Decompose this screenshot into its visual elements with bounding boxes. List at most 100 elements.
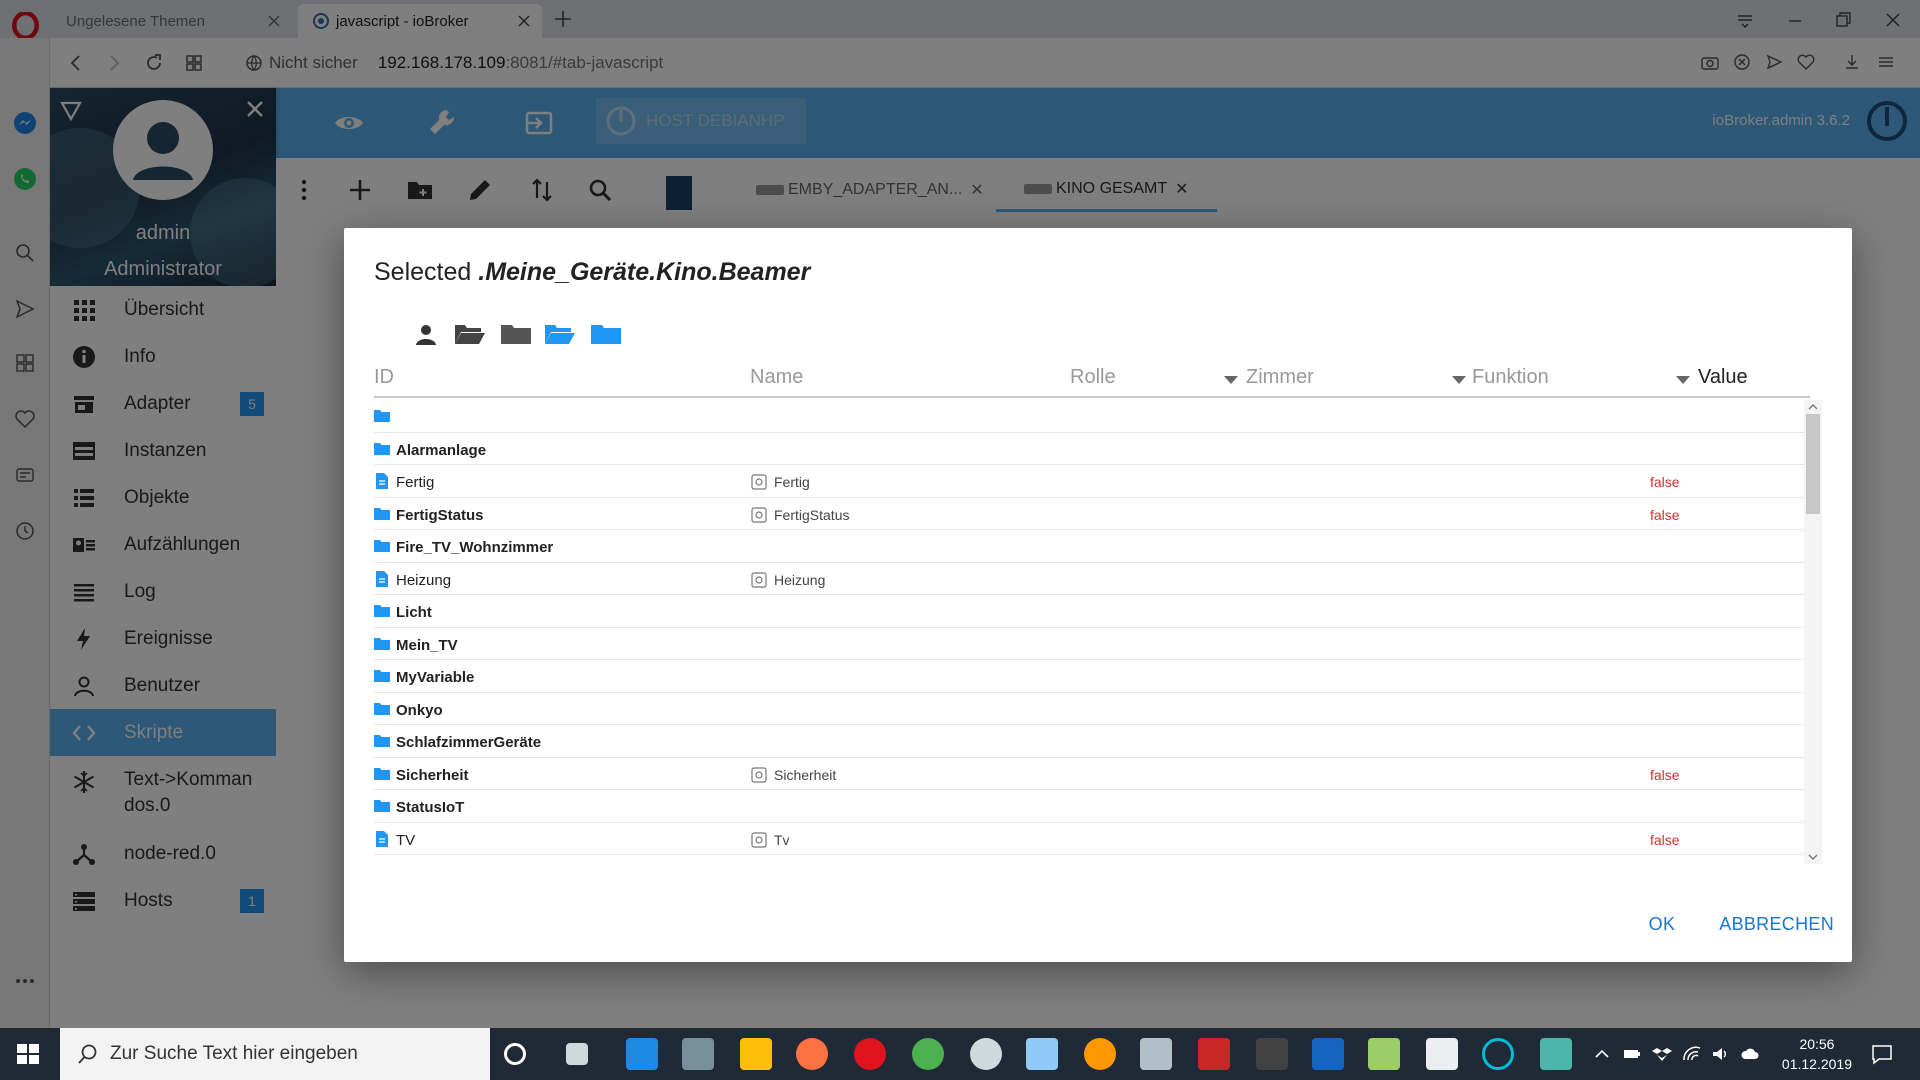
edge-icon[interactable]	[626, 1038, 658, 1070]
folder-icon	[374, 702, 390, 715]
col-room[interactable]: Zimmer	[1246, 366, 1314, 389]
col-function[interactable]: Funktion	[1472, 366, 1549, 389]
table-row[interactable]: StatusIoT	[374, 790, 1804, 823]
row-id: Fertig	[396, 474, 435, 491]
dialog-title-prefix: Selected	[374, 258, 472, 286]
row-id: MyVariable	[396, 669, 475, 686]
col-name[interactable]: Name	[750, 366, 803, 389]
row-name-text: FertigStatus	[774, 506, 850, 523]
folder-open-icon[interactable]	[454, 320, 486, 348]
volume-icon[interactable]	[1710, 1044, 1730, 1064]
firefox-icon[interactable]	[796, 1038, 828, 1070]
user-icon[interactable]	[414, 320, 438, 348]
store-icon[interactable]	[682, 1038, 714, 1070]
row-name: Heizung	[751, 572, 825, 588]
state-icon	[751, 506, 767, 523]
folder-icon	[374, 605, 390, 617]
clock[interactable]: 20:56 01.12.2019	[1782, 1034, 1852, 1074]
app-icon[interactable]	[1026, 1038, 1058, 1070]
alexa-icon[interactable]	[1482, 1038, 1514, 1070]
col-role[interactable]: Rolle	[1070, 366, 1116, 389]
app-icon[interactable]	[1084, 1038, 1116, 1070]
table-row[interactable]	[374, 400, 1804, 433]
mail-icon[interactable]	[1426, 1038, 1458, 1070]
folder-icon	[374, 735, 390, 747]
row-value: false	[1650, 766, 1680, 783]
table-row[interactable]: Alarmanlage	[374, 433, 1804, 465]
battery-icon[interactable]	[1622, 1044, 1642, 1064]
state-icon	[751, 766, 767, 783]
row-id: Heizung	[396, 571, 452, 589]
app-icon[interactable]	[1256, 1038, 1288, 1070]
table-row[interactable]: Heizung Heizung	[374, 563, 1804, 595]
folder-collapse-icon[interactable]	[590, 320, 622, 348]
col-id[interactable]: ID	[374, 366, 394, 389]
table-row[interactable]: Onkyo	[374, 693, 1804, 725]
filezilla-icon[interactable]	[1198, 1038, 1230, 1070]
object-list: Alarmanlage Fertig Fertig false FertigStatus…	[374, 400, 1804, 864]
cloud-icon[interactable]	[1740, 1044, 1760, 1064]
taskbar: Zur Suche Text hier eingeben 20:56 01.12…	[0, 1028, 1920, 1080]
cancel-button[interactable]: ABBRECHEN	[1719, 914, 1834, 935]
table-row[interactable]: FertigStatus FertigStatus false	[374, 498, 1804, 530]
row-name: Tv	[751, 832, 790, 848]
dialog-actions: OK ABBRECHEN	[1605, 906, 1834, 942]
row-id: FertigStatus	[396, 506, 484, 524]
table-row[interactable]: Mein_TV	[374, 628, 1804, 660]
clock-time: 20:56	[1799, 1036, 1835, 1052]
app-icon[interactable]	[1140, 1038, 1172, 1070]
folder-icon	[374, 670, 390, 682]
col-value[interactable]: Value	[1698, 366, 1748, 389]
scroll-down-icon[interactable]	[1808, 852, 1818, 862]
vpn-icon[interactable]	[970, 1038, 1002, 1070]
room-filter-dropdown-icon[interactable]	[1452, 376, 1466, 384]
state-file-icon	[376, 830, 388, 847]
table-row[interactable]: Fire_TV_Wohnzimmer	[374, 530, 1804, 563]
chrome-icon[interactable]	[912, 1038, 944, 1070]
notification-icon[interactable]	[1870, 1042, 1894, 1066]
folder-icon	[374, 800, 390, 812]
explorer-icon[interactable]	[740, 1038, 772, 1070]
windows-start-icon[interactable]	[16, 1042, 40, 1066]
app-icon[interactable]	[1540, 1038, 1572, 1070]
vertical-scrollbar[interactable]	[1804, 400, 1822, 864]
table-row[interactable]: Licht	[374, 595, 1804, 628]
folder-open-expand-icon[interactable]	[544, 320, 576, 348]
state-icon	[751, 571, 767, 588]
state-icon	[751, 831, 767, 848]
app-icon[interactable]	[1368, 1038, 1400, 1070]
row-value: false	[1650, 831, 1680, 848]
wifi-icon[interactable]	[1682, 1044, 1702, 1064]
opera-icon[interactable]	[854, 1038, 886, 1070]
dropbox-icon[interactable]	[1652, 1044, 1672, 1064]
table-row[interactable]: SchlafzimmerGeräte	[374, 725, 1804, 758]
dialog-selected-path: .Meine_Geräte.Kino.Beamer	[478, 258, 811, 286]
chevron-up-icon[interactable]	[1592, 1044, 1612, 1064]
cortana-icon[interactable]	[504, 1043, 526, 1065]
word-icon[interactable]	[1312, 1038, 1344, 1070]
table-row[interactable]: MyVariable	[374, 660, 1804, 693]
row-id: TV	[396, 831, 416, 849]
folder-closed-icon[interactable]	[500, 320, 532, 348]
folder-icon	[374, 637, 390, 650]
task-view-icon[interactable]	[566, 1043, 588, 1065]
taskbar-search[interactable]: Zur Suche Text hier eingeben	[60, 1028, 490, 1080]
row-id: Mein_TV	[396, 636, 458, 654]
table-row[interactable]: Sicherheit Sicherheit false	[374, 758, 1804, 790]
table-header: ID Name Rolle Zimmer Funktion Value	[374, 362, 1810, 398]
ok-button[interactable]: OK	[1649, 914, 1676, 935]
scroll-up-icon[interactable]	[1808, 402, 1818, 412]
role-filter-dropdown-icon[interactable]	[1224, 376, 1238, 384]
search-placeholder: Zur Suche Text hier eingeben	[110, 1043, 358, 1064]
row-name: Sicherheit	[751, 767, 836, 783]
row-id: StatusIoT	[396, 799, 465, 816]
row-id: Sicherheit	[396, 766, 469, 784]
function-filter-dropdown-icon[interactable]	[1676, 376, 1690, 384]
folder-icon	[374, 507, 390, 520]
search-icon	[78, 1044, 97, 1064]
row-name-text: Tv	[774, 831, 790, 848]
table-row[interactable]: TV Tv false	[374, 823, 1804, 855]
folder-icon	[374, 540, 390, 552]
table-row[interactable]: Fertig Fertig false	[374, 465, 1804, 498]
scrollbar-thumb[interactable]	[1806, 414, 1820, 514]
